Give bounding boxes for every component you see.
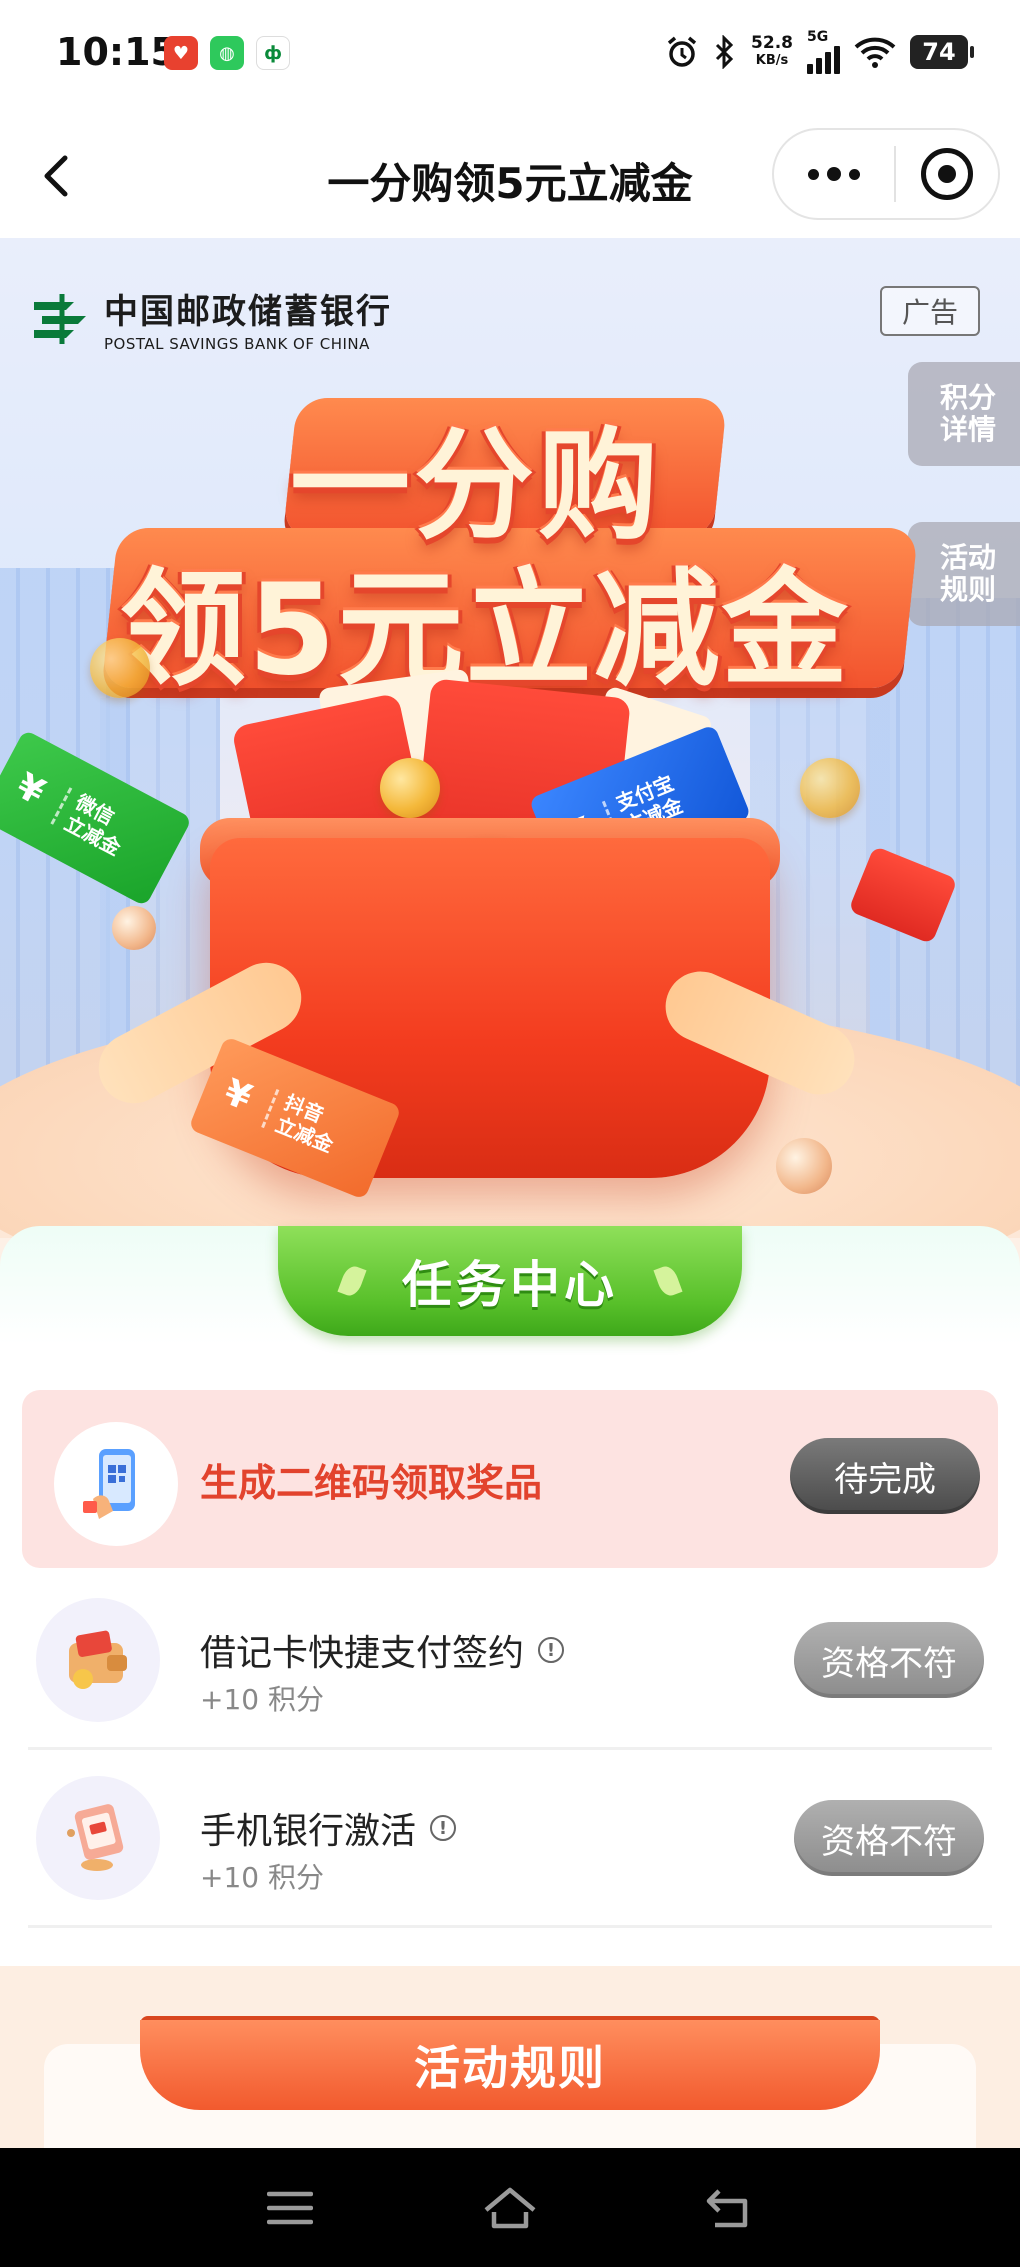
home-icon [484, 2187, 536, 2228]
more-button[interactable] [774, 130, 894, 218]
leaf-icon [337, 1263, 367, 1299]
net-speed: 52.8 KB/s [751, 33, 793, 68]
task-row[interactable]: 手机银行激活 ! +10 积分 资格不符 [28, 1750, 992, 1928]
battery-indicator: 74 [910, 35, 974, 69]
coin-decoration [90, 638, 150, 698]
task-row[interactable]: 借记卡快捷支付签约 ! +10 积分 资格不符 [28, 1572, 992, 1750]
bluetooth-icon [715, 35, 734, 69]
leaf-icon [653, 1263, 683, 1299]
rules-title: 活动规则 [414, 2041, 606, 2095]
miniprogram-capsule [772, 128, 1000, 220]
activity-rules-tab[interactable]: 活动 规则 [908, 522, 1020, 626]
ineligible-button[interactable]: 资格不符 [794, 1622, 984, 1698]
status-time: 10:15 [56, 30, 177, 74]
wallet-icon [69, 1630, 127, 1689]
status-notification-icons: ♥ ◍ ф [164, 36, 290, 70]
ineligible-button[interactable]: 资格不符 [794, 1800, 984, 1876]
return-icon [706, 2188, 748, 2227]
recent-apps-button[interactable] [255, 2173, 325, 2243]
wechat-icon: ◍ [210, 36, 244, 70]
pearl-decoration [776, 1138, 832, 1194]
task-center-title: 任务中心 [402, 1256, 618, 1314]
target-icon [921, 148, 973, 200]
hero-banner[interactable]: 中国邮政储蓄银行 POSTAL SAVINGS BANK OF CHINA 广告… [0, 238, 1020, 1238]
wifi-icon [854, 37, 896, 68]
nav-bar: 一分购领5元立减金 [0, 112, 1020, 238]
back-system-button[interactable] [695, 2173, 765, 2243]
close-miniprogram-button[interactable] [896, 130, 998, 218]
info-icon[interactable]: ! [538, 1637, 565, 1663]
points-detail-tab[interactable]: 积分 详情 [908, 362, 1020, 466]
task-icon-circle [36, 1598, 160, 1722]
pearl-decoration [112, 906, 156, 950]
bank-app-icon: ф [256, 36, 290, 70]
coin-decoration [800, 758, 860, 818]
bank-logo: 中国邮政储蓄银行 POSTAL SAVINGS BANK OF CHINA [32, 284, 392, 353]
ad-label: 广告 [880, 286, 980, 336]
home-button[interactable] [475, 2173, 545, 2243]
task-icon-circle [36, 1776, 160, 1900]
pending-task-button[interactable]: 待完成 [790, 1438, 980, 1514]
psbc-logo-icon [34, 293, 86, 344]
bank-name-cn: 中国邮政储蓄银行 [104, 292, 392, 332]
task-points: +10 积分 [200, 1683, 324, 1716]
status-bar: 10:15 ♥ ◍ ф 52.8 KB/s 5G 74 [0, 0, 1020, 112]
coin-decoration [380, 758, 440, 818]
status-indicators: 52.8 KB/s 5G 74 [665, 30, 974, 74]
bank-name-en: POSTAL SAVINGS BANK OF CHINA [104, 335, 370, 353]
mobile-banking-icon [67, 1804, 124, 1871]
rules-ribbon: 活动规则 [140, 2020, 880, 2110]
menu-icon [267, 2191, 313, 2224]
info-icon[interactable]: ! [430, 1815, 457, 1841]
system-navigation-bar [0, 2148, 1020, 2267]
task-name: 手机银行激活 ! [200, 1802, 457, 1854]
hero-headline-2: 领5元立减金 [120, 556, 850, 703]
task-name: 借记卡快捷支付签约 ! [200, 1624, 565, 1676]
qr-phone-icon [83, 1449, 135, 1519]
cellular-signal: 5G [807, 30, 840, 74]
task-name-highlighted: 生成二维码领取奖品 [200, 1461, 543, 1505]
task-points: +10 积分 [200, 1861, 324, 1894]
pinduoduo-icon: ♥ [164, 36, 198, 70]
task-center-header: 任务中心 [278, 1226, 742, 1336]
task-icon-circle [54, 1422, 178, 1546]
alarm-icon [667, 36, 697, 67]
